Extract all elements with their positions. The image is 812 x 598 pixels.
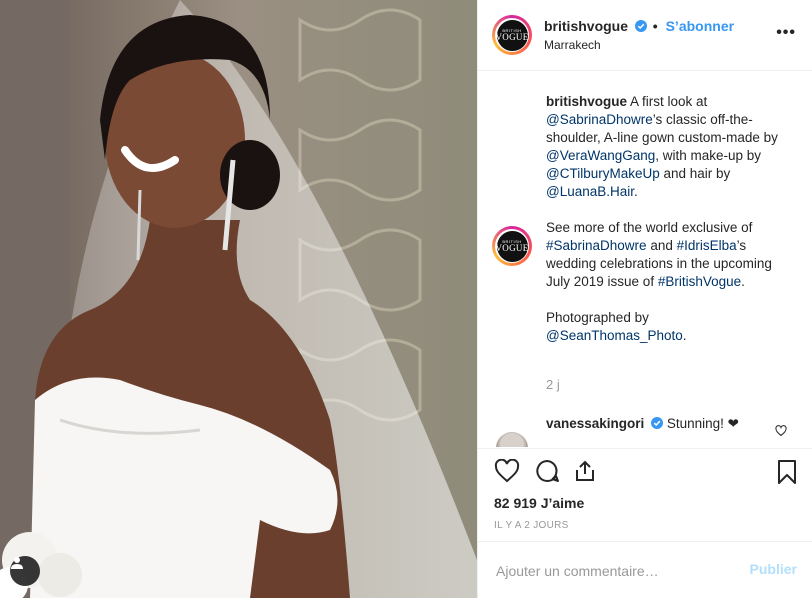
bride-photo-illustration xyxy=(0,0,477,598)
comment-input[interactable] xyxy=(494,560,738,582)
post-location[interactable]: Marrakech xyxy=(544,38,601,52)
caption-username[interactable]: britishvogue xyxy=(546,94,627,109)
author-username[interactable]: britishvogue xyxy=(544,18,628,34)
like-heart-icon[interactable] xyxy=(494,459,520,483)
publish-button[interactable]: Publier xyxy=(750,561,797,577)
caption-paragraph: Photographed by @SeanThomas_Photo. xyxy=(546,310,687,343)
save-bookmark-icon[interactable] xyxy=(777,459,797,485)
mention-link[interactable]: @CTilburyMakeUp xyxy=(546,166,660,181)
verified-badge-icon xyxy=(651,417,664,429)
instagram-post: BRITISH VOGUE britishvogue • S’abonner M… xyxy=(0,0,812,598)
author-avatar[interactable]: BRITISH VOGUE xyxy=(492,15,532,55)
verified-badge-icon xyxy=(634,20,647,32)
hashtag-link[interactable]: #IdrisElba xyxy=(677,238,737,253)
vogue-logo: BRITISH VOGUE xyxy=(496,230,528,262)
post-photo[interactable] xyxy=(0,0,477,598)
tagged-users-button[interactable] xyxy=(10,556,40,586)
share-icon[interactable] xyxy=(573,459,597,483)
mention-link[interactable]: @LuanaB.Hair xyxy=(546,184,634,199)
comment-bubble-icon[interactable] xyxy=(534,459,560,483)
mention-link[interactable]: @SabrinaDhowre xyxy=(546,112,653,127)
post-timestamp[interactable]: IL Y A 2 JOURS xyxy=(494,520,569,531)
likes-count[interactable]: 82 919 J’aime xyxy=(494,495,584,511)
add-comment-bar: Publier xyxy=(478,541,812,598)
mention-link[interactable]: @VeraWangGang xyxy=(546,148,655,163)
comment-item: vanessakingori Stunning! ❤ xyxy=(546,416,739,432)
caption-age[interactable]: 2 j xyxy=(546,377,560,392)
separator-dot: • xyxy=(652,18,658,34)
commenter-avatar[interactable] xyxy=(496,432,528,447)
post-actions: 82 919 J’aime IL Y A 2 JOURS xyxy=(478,448,812,540)
hashtag-link[interactable]: #SabrinaDhowre xyxy=(546,238,647,253)
comment-text: Stunning! ❤ xyxy=(666,416,739,431)
user-icon xyxy=(11,557,23,569)
comment-like-heart-icon[interactable] xyxy=(775,425,787,437)
comment-username[interactable]: vanessakingori xyxy=(546,416,644,431)
author-line: britishvogue • S’abonner xyxy=(544,18,734,34)
vogue-logo: BRITISH VOGUE xyxy=(496,19,528,51)
more-options-icon[interactable]: ••• xyxy=(776,24,796,42)
comments-section: BRITISH VOGUE britishvogue A first look … xyxy=(478,71,812,447)
follow-button[interactable]: S’abonner xyxy=(666,18,734,34)
post-sidebar: BRITISH VOGUE britishvogue • S’abonner M… xyxy=(477,0,812,598)
hashtag-link[interactable]: #BritishVogue xyxy=(658,274,741,289)
caption-paragraph: See more of the world exclusive of #Sabr… xyxy=(546,220,772,289)
caption-paragraph: britishvogue A first look at @SabrinaDho… xyxy=(546,94,778,199)
mention-link[interactable]: @SeanThomas_Photo xyxy=(546,328,683,343)
post-header: BRITISH VOGUE britishvogue • S’abonner M… xyxy=(478,0,812,71)
post-caption: britishvogue A first look at @SabrinaDho… xyxy=(546,93,798,363)
caption-author-avatar[interactable]: BRITISH VOGUE xyxy=(492,226,532,266)
